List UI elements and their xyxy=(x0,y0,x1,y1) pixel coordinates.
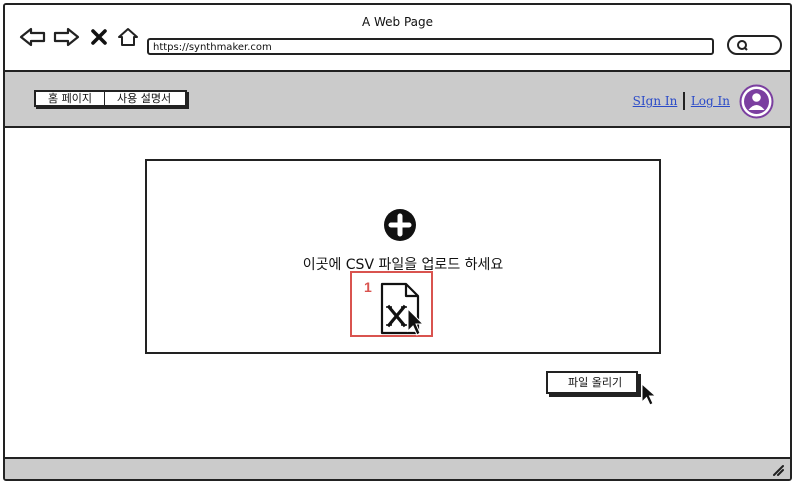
browser-window: A Web Page https://synthmaker.com 홈 페이지 … xyxy=(3,3,792,481)
back-arrow-icon[interactable] xyxy=(19,27,47,47)
search-icon xyxy=(737,40,748,51)
annotation-number: 1 xyxy=(364,279,372,295)
resize-grip-icon[interactable] xyxy=(770,462,784,476)
home-icon[interactable] xyxy=(117,27,139,47)
status-bar xyxy=(5,457,790,479)
browser-titlebar: A Web Page https://synthmaker.com xyxy=(5,5,790,72)
user-avatar-icon xyxy=(739,84,774,119)
upload-file-button[interactable]: 파일 올리기 xyxy=(546,371,639,394)
site-navbar: 홈 페이지 사용 설명서 SIgn In Log In xyxy=(5,72,790,128)
address-bar[interactable]: https://synthmaker.com xyxy=(147,38,714,55)
avatar[interactable] xyxy=(739,84,774,119)
sign-in-link[interactable]: SIgn In xyxy=(633,94,678,108)
log-in-link[interactable]: Log In xyxy=(691,94,730,108)
tab-user-guide[interactable]: 사용 설명서 xyxy=(104,92,186,105)
csv-drop-zone[interactable]: 이곳에 CSV 파일을 업로드 하세요 1 xyxy=(145,159,661,354)
annotation-highlight: 1 xyxy=(350,271,433,337)
nav-tabs: 홈 페이지 사용 설명서 xyxy=(34,90,188,107)
search-button[interactable] xyxy=(727,35,782,55)
excel-file-icon[interactable] xyxy=(378,281,428,336)
add-circle-icon[interactable] xyxy=(383,208,417,242)
mouse-pointer-icon xyxy=(641,383,657,406)
divider xyxy=(683,92,685,110)
tab-home[interactable]: 홈 페이지 xyxy=(36,92,105,105)
auth-links: SIgn In Log In xyxy=(633,92,730,110)
close-x-icon[interactable] xyxy=(90,27,108,47)
forward-arrow-icon[interactable] xyxy=(52,27,80,47)
